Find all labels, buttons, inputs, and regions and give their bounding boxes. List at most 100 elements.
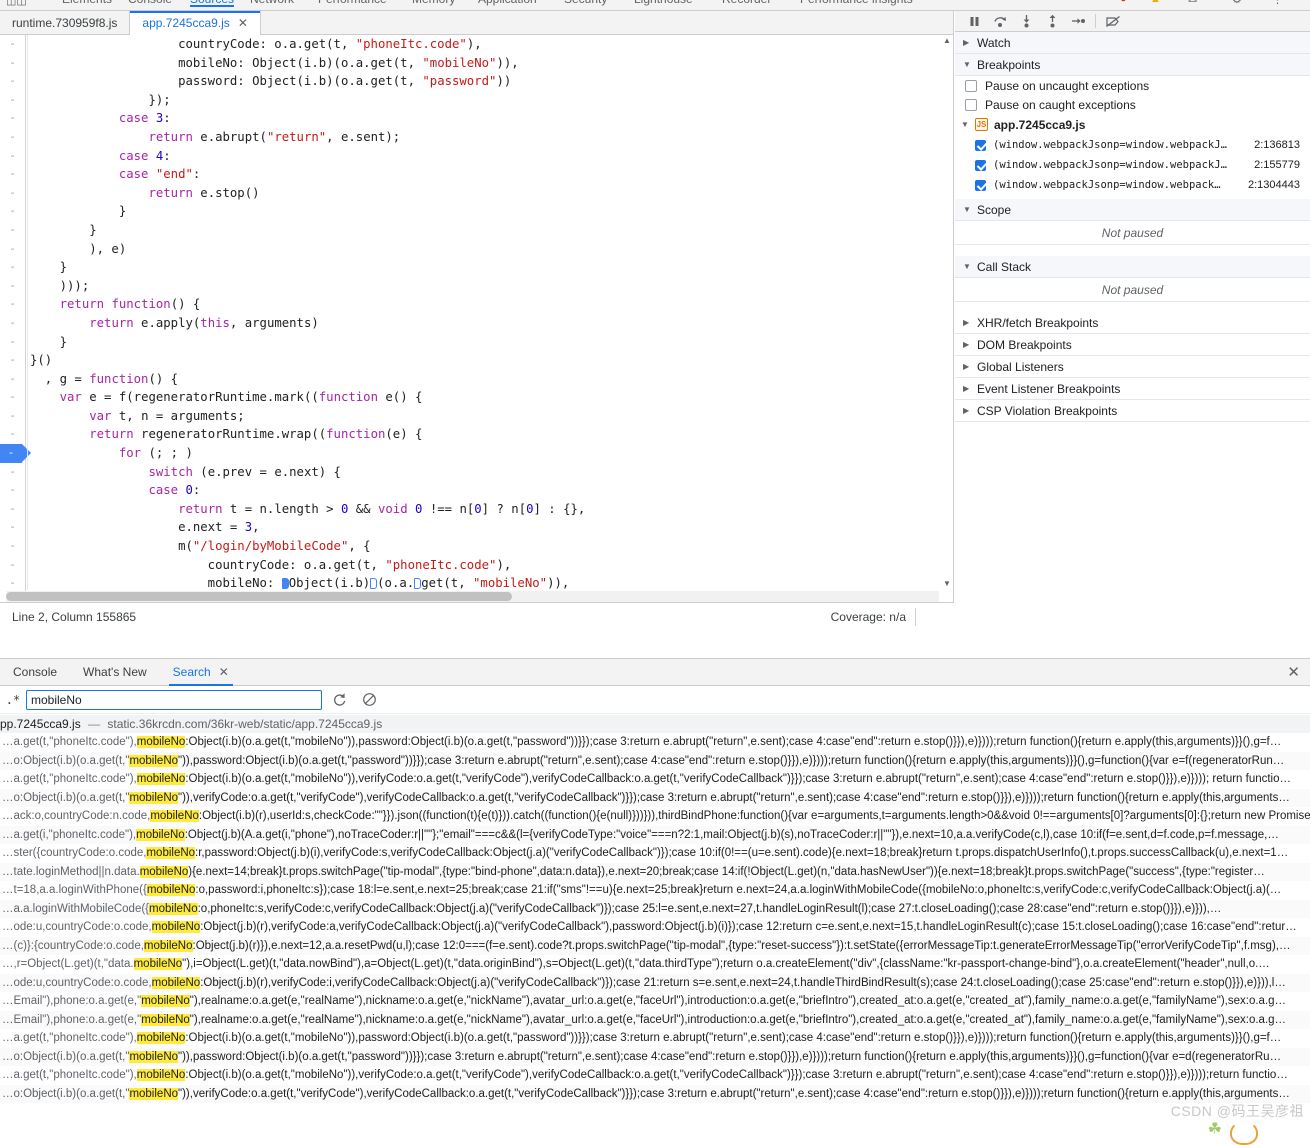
tab-performance-insights[interactable]: Performance insights: [800, 0, 913, 6]
gutter-line[interactable]: -: [0, 333, 25, 352]
tab-memory[interactable]: Memory: [412, 0, 455, 6]
search-result-row[interactable]: …(c)}:{countryCode:o.code,mobileNo:Objec…: [0, 936, 1310, 955]
pause-on-uncaught-exceptions-row[interactable]: Pause on uncaught exceptions: [955, 76, 1310, 95]
search-result-row[interactable]: …o:Object(i.b)(o.a.get(t,"mobileNo")),pa…: [0, 1047, 1310, 1066]
breakpoint-item[interactable]: (window.webpackJsonp=window.webpack… 2:1…: [955, 175, 1310, 195]
gutter-line[interactable]: -: [0, 109, 25, 128]
search-result-row[interactable]: …a.get(t,"phoneItc.code"),mobileNo:Objec…: [0, 1029, 1310, 1048]
search-input[interactable]: [26, 689, 322, 710]
gutter-line[interactable]: -: [0, 202, 25, 221]
search-result-row[interactable]: …a.get(t,"phoneItc.code"),mobileNo:Objec…: [0, 733, 1310, 752]
section-scope[interactable]: ▼ Scope: [955, 199, 1310, 221]
section-global-listeners[interactable]: ▶ Global Listeners: [955, 356, 1310, 378]
editor-horizontal-scrollbar[interactable]: [6, 591, 939, 602]
code-line[interactable]: password: Object(i.b)(o.a.get(t, "passwo…: [30, 72, 941, 91]
scrollbar-thumb[interactable]: [6, 592, 512, 601]
search-result-row[interactable]: …Email"),phone:o.a.get(e,"mobileNo"),rea…: [0, 992, 1310, 1011]
gutter-line[interactable]: -: [0, 165, 25, 184]
warning-count-icon[interactable]: ▲: [1150, 0, 1161, 5]
code-line[interactable]: return regeneratorRuntime.wrap((function…: [30, 425, 941, 444]
code-content[interactable]: countryCode: o.a.get(t, "phoneItc.code")…: [27, 35, 941, 590]
tab-security[interactable]: Security: [564, 0, 607, 6]
search-result-row[interactable]: …a.get(i,"phoneItc.code"),mobileNo:Objec…: [0, 825, 1310, 844]
tab-network[interactable]: Network: [250, 0, 294, 6]
gutter-line[interactable]: -: [0, 184, 25, 203]
code-line[interactable]: var e = f(regeneratorRuntime.mark((funct…: [30, 388, 941, 407]
pause-on-caught-exceptions-row[interactable]: Pause on caught exceptions: [955, 95, 1310, 114]
code-line[interactable]: e.next = 3,: [30, 518, 941, 537]
code-line[interactable]: }: [30, 333, 941, 352]
gutter-line[interactable]: -: [0, 537, 25, 556]
chevron-down-icon[interactable]: ▼: [961, 120, 969, 129]
code-line[interactable]: mobileNo: Object(i.b)(o.a.get(t, "mobile…: [30, 54, 941, 73]
section-csp-violation-breakpoints[interactable]: ▶ CSP Violation Breakpoints: [955, 400, 1310, 422]
step-over-button[interactable]: [987, 12, 1013, 31]
section-xhr-fetch-breakpoints[interactable]: ▶ XHR/fetch Breakpoints: [955, 312, 1310, 334]
tab-performance[interactable]: Performance: [318, 0, 387, 6]
search-result-file-header[interactable]: pp.7245cca9.js — static.36krcdn.com/36kr…: [0, 715, 1310, 733]
breakpoint-marker[interactable]: -: [0, 444, 31, 463]
code-line[interactable]: m("/login/byMobileCode", {: [30, 537, 941, 556]
gutter-line[interactable]: -: [0, 295, 25, 314]
section-breakpoints[interactable]: ▼ Breakpoints: [955, 54, 1310, 76]
step-out-button[interactable]: [1039, 12, 1065, 31]
gutter-line[interactable]: -: [0, 351, 25, 370]
search-result-row[interactable]: …a.get(t,"phoneItc.code"),mobileNo:Objec…: [0, 770, 1310, 789]
checkbox[interactable]: [975, 139, 986, 151]
scroll-up-icon[interactable]: ▲: [941, 35, 953, 47]
gutter-line[interactable]: -: [0, 518, 25, 537]
gutter-line[interactable]: -: [0, 425, 25, 444]
code-line[interactable]: case 0:: [30, 481, 941, 500]
search-results-list[interactable]: pp.7245cca9.js — static.36krcdn.com/36kr…: [0, 715, 1310, 1139]
search-result-row[interactable]: …ode:u,countryCode:o.code,mobileNo:Objec…: [0, 918, 1310, 937]
settings-gear-icon[interactable]: ⚙: [1232, 0, 1242, 6]
drawer-tab-search[interactable]: Search ✕: [160, 659, 242, 686]
close-icon[interactable]: ✕: [238, 16, 248, 30]
search-result-row[interactable]: …o:Object(i.b)(o.a.get(t,"mobileNo")),ve…: [0, 788, 1310, 807]
more-options-icon[interactable]: ⋮: [1272, 0, 1283, 6]
gutter-line[interactable]: -: [0, 221, 25, 240]
pause-script-execution-button[interactable]: [961, 12, 987, 31]
gutter-line[interactable]: -: [0, 277, 25, 296]
deactivate-breakpoints-button[interactable]: [1100, 12, 1126, 31]
section-watch[interactable]: ▶ Watch: [955, 32, 1310, 54]
section-dom-breakpoints[interactable]: ▶ DOM Breakpoints: [955, 334, 1310, 356]
code-line[interactable]: }(): [30, 351, 941, 370]
code-line[interactable]: case 3:: [30, 109, 941, 128]
file-tab-app[interactable]: app.7245cca9.js ✕: [129, 10, 261, 35]
drawer-tab-console[interactable]: Console: [0, 659, 70, 686]
search-result-row[interactable]: …o:Object(i.b)(o.a.get(t,"mobileNo")),pa…: [0, 751, 1310, 770]
gutter-line[interactable]: -: [0, 258, 25, 277]
code-line[interactable]: ), e): [30, 240, 941, 259]
close-icon[interactable]: ✕: [219, 665, 229, 679]
gutter-line[interactable]: -: [0, 388, 25, 407]
step-button[interactable]: [1065, 12, 1091, 31]
checkbox[interactable]: [975, 159, 986, 171]
gutter-line[interactable]: -: [0, 54, 25, 73]
code-line[interactable]: countryCode: o.a.get(t, "phoneItc.code")…: [30, 556, 941, 575]
step-into-button[interactable]: [1013, 12, 1039, 31]
search-result-row[interactable]: …a.a.loginWithMobileCode({mobileNo:o,pho…: [0, 899, 1310, 918]
search-result-row[interactable]: …t=18,a.a.loginWithPhone({mobileNo:o,pas…: [0, 881, 1310, 900]
gutter-line[interactable]: -: [0, 35, 25, 54]
editor-vertical-scrollbar[interactable]: ▲ ▼: [941, 35, 953, 590]
code-line[interactable]: , g = function() {: [30, 370, 941, 389]
gutter-line[interactable]: -: [0, 314, 25, 333]
gutter-line[interactable]: -: [0, 240, 25, 259]
search-result-row[interactable]: …a.get(t,"phoneItc.code"),mobileNo:Objec…: [0, 1066, 1310, 1085]
section-event-listener-breakpoints[interactable]: ▶ Event Listener Breakpoints: [955, 378, 1310, 400]
code-line[interactable]: case "end":: [30, 165, 941, 184]
code-line[interactable]: return t = n.length > 0 && void 0 !== n[…: [30, 500, 941, 519]
gutter-line[interactable]: -: [0, 556, 25, 575]
error-count-icon[interactable]: ●: [1120, 0, 1127, 5]
code-line[interactable]: return function() {: [30, 295, 941, 314]
breakpoint-item[interactable]: (window.webpackJsonp=window.webpackJ… 2:…: [955, 135, 1310, 155]
breakpoint-file-row[interactable]: ▼ JS app.7245cca9.js: [955, 114, 1310, 135]
code-line[interactable]: }: [30, 202, 941, 221]
code-editor[interactable]: ----------------------------------------…: [0, 35, 953, 602]
code-line[interactable]: return e.stop(): [30, 184, 941, 203]
code-line[interactable]: switch (e.prev = e.next) {: [30, 463, 941, 482]
scroll-down-icon[interactable]: ▼: [941, 578, 953, 590]
gutter-line[interactable]: -: [0, 407, 25, 426]
tab-console[interactable]: Console: [128, 0, 172, 6]
